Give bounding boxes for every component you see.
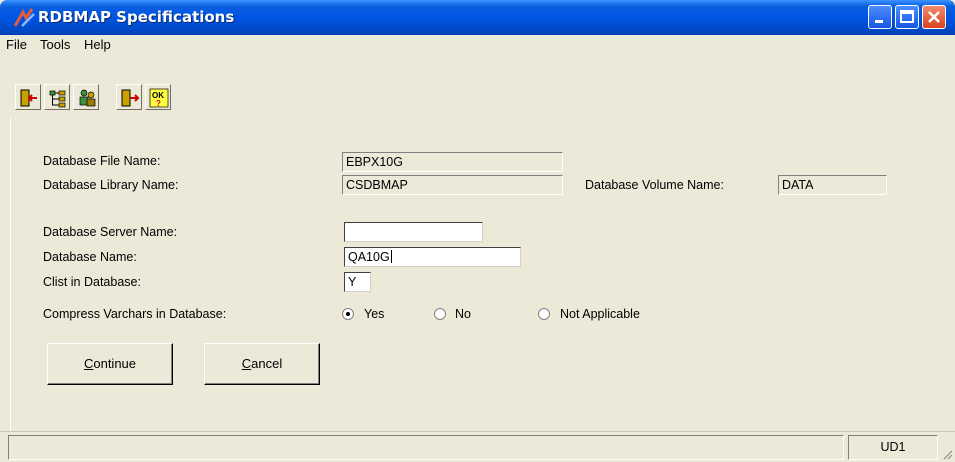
- toolbar-people-button[interactable]: [73, 84, 99, 110]
- text-caret: [390, 250, 392, 263]
- toolbar-exit-button[interactable]: [15, 84, 41, 110]
- ok-help-icon: OK ?: [149, 88, 169, 108]
- export-icon: [121, 89, 140, 107]
- maximize-icon: [900, 10, 914, 23]
- compress-na-radio[interactable]: [538, 308, 550, 320]
- db-name-input[interactable]: QA10G: [344, 247, 521, 267]
- close-icon: [928, 11, 940, 23]
- close-button[interactable]: [922, 5, 946, 29]
- db-name-value: QA10G: [348, 250, 390, 264]
- title-bar[interactable]: RDBMAP Specifications: [0, 0, 955, 35]
- exit-icon: [20, 89, 37, 107]
- compress-label: Compress Varchars in Database:: [43, 307, 227, 321]
- db-server-name-input[interactable]: [344, 222, 483, 242]
- form-panel: Database File Name: EBPX10G Database Lib…: [10, 118, 954, 431]
- rdbmap-window: RDBMAP Specifications File Tools Help OK…: [0, 0, 955, 462]
- tree-icon: [49, 90, 66, 108]
- maximize-button[interactable]: [895, 5, 919, 29]
- db-volume-name-field: DATA: [778, 175, 887, 195]
- continue-label: ontinue: [93, 356, 137, 371]
- minimize-icon: [875, 20, 883, 23]
- continue-mnemonic: C: [83, 356, 94, 371]
- cancel-label: ancel: [251, 356, 283, 371]
- db-volume-name-label: Database Volume Name:: [585, 178, 724, 192]
- cancel-mnemonic: C: [241, 356, 252, 371]
- status-mode-cell: UD1: [848, 435, 938, 460]
- db-server-name-label: Database Server Name:: [43, 225, 178, 239]
- toolbar-export-button[interactable]: [116, 84, 142, 110]
- toolbar: OK ?: [0, 56, 955, 114]
- people-icon: [79, 89, 96, 107]
- cancel-button[interactable]: Cancel: [204, 343, 320, 385]
- db-file-name-field: EBPX10G: [342, 152, 563, 172]
- compress-no-label[interactable]: No: [455, 307, 471, 321]
- menu-file[interactable]: File: [6, 37, 27, 52]
- db-name-label: Database Name:: [43, 250, 137, 264]
- compress-yes-label[interactable]: Yes: [364, 307, 384, 321]
- db-library-name-label: Database Library Name:: [43, 178, 179, 192]
- toolbar-tree-button[interactable]: [44, 84, 70, 110]
- compress-no-radio[interactable]: [434, 308, 446, 320]
- continue-button[interactable]: Continue: [47, 343, 173, 385]
- menu-tools[interactable]: Tools: [40, 37, 70, 52]
- app-icon: [13, 8, 35, 27]
- status-bar: UD1: [0, 431, 955, 462]
- db-file-name-label: Database File Name:: [43, 154, 161, 168]
- resize-grip-icon[interactable]: [941, 448, 953, 460]
- compress-na-label[interactable]: Not Applicable: [560, 307, 640, 321]
- status-message: [8, 435, 844, 460]
- svg-text:?: ?: [156, 99, 161, 108]
- menu-help[interactable]: Help: [84, 37, 111, 52]
- clist-label: Clist in Database:: [43, 275, 141, 289]
- clist-input[interactable]: Y: [344, 272, 371, 292]
- toolbar-ok-help-button[interactable]: OK ?: [145, 84, 171, 110]
- window-title: RDBMAP Specifications: [38, 8, 235, 26]
- minimize-button[interactable]: [868, 5, 892, 29]
- menu-bar: File Tools Help: [0, 35, 955, 55]
- db-library-name-field: CSDBMAP: [342, 175, 563, 195]
- compress-yes-radio[interactable]: [342, 308, 354, 320]
